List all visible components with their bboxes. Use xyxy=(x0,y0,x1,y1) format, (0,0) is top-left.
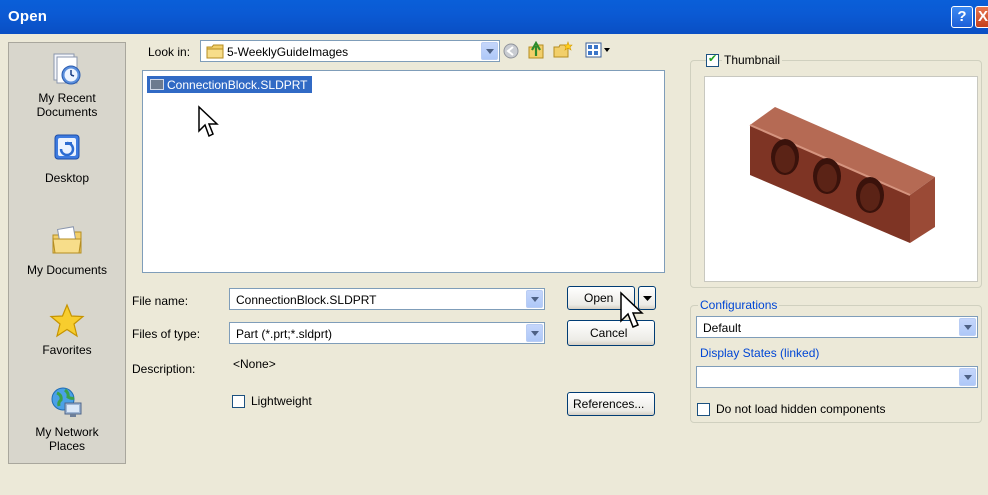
place-my-documents[interactable]: My Documents xyxy=(9,223,125,277)
place-my-recent-documents[interactable]: My Recent Documents xyxy=(9,51,125,119)
help-button[interactable]: ? xyxy=(951,6,973,28)
display-states-label: Display States (linked) xyxy=(698,346,822,360)
place-label-line: My Network xyxy=(35,425,99,439)
chevron-down-icon xyxy=(643,296,652,301)
places-bar: My Recent Documents Desktop My Documents… xyxy=(8,42,126,464)
recent-documents-icon xyxy=(53,53,81,85)
filetype-label: Files of type: xyxy=(132,327,201,341)
filename-label: File name: xyxy=(132,294,189,308)
place-label-line: Places xyxy=(48,439,86,453)
open-button-label: Open xyxy=(584,291,614,305)
place-my-network-places[interactable]: My Network Places xyxy=(9,385,125,453)
place-label-line: My Recent xyxy=(38,91,96,105)
title-bar: Open ? X xyxy=(0,0,988,34)
configurations-value: Default xyxy=(703,321,742,335)
window-title: Open xyxy=(8,8,48,25)
lookin-label: Look in: xyxy=(148,45,191,59)
mouse-cursor-icon xyxy=(198,105,219,138)
thumbnail-label: Thumbnail xyxy=(722,53,783,67)
favorites-star-icon xyxy=(49,303,85,338)
place-label-line: Documents xyxy=(36,105,98,119)
back-icon[interactable] xyxy=(503,43,519,59)
hidden-components-checkbox[interactable] xyxy=(697,403,710,416)
lightweight-label: Lightweight xyxy=(251,394,312,408)
close-button[interactable]: X xyxy=(975,6,988,28)
mouse-cursor-icon xyxy=(620,291,644,328)
chevron-down-icon[interactable] xyxy=(959,318,976,336)
new-folder-icon[interactable] xyxy=(553,41,573,59)
place-desktop[interactable]: Desktop xyxy=(9,131,125,185)
hidden-components-label: Do not load hidden components xyxy=(716,402,886,416)
description-label: Description: xyxy=(132,362,196,376)
chevron-down-icon[interactable] xyxy=(526,324,543,342)
view-menu-icon[interactable] xyxy=(585,42,611,58)
help-icon: ? xyxy=(957,8,967,25)
filetype-select[interactable]: Part (*.prt;*.sldprt) xyxy=(229,322,545,344)
filename-input[interactable]: ConnectionBlock.SLDPRT xyxy=(229,288,545,310)
lightweight-checkbox[interactable] xyxy=(232,395,245,408)
desktop-icon xyxy=(54,134,80,160)
configurations-select[interactable]: Default xyxy=(696,316,978,338)
configurations-label: Configurations xyxy=(698,298,780,312)
lookin-combo[interactable]: 5-WeeklyGuideImages xyxy=(200,40,500,62)
chevron-down-icon[interactable] xyxy=(526,290,543,308)
file-list-item[interactable]: ConnectionBlock.SLDPRT xyxy=(147,76,312,93)
references-button[interactable]: References... xyxy=(567,392,655,416)
place-label-line: My Documents xyxy=(26,263,108,277)
thumbnail-checkbox[interactable] xyxy=(706,52,719,67)
place-favorites[interactable]: Favorites xyxy=(9,303,125,357)
my-documents-icon xyxy=(52,226,82,254)
filename-value: ConnectionBlock.SLDPRT xyxy=(236,293,377,307)
file-name: ConnectionBlock.SLDPRT xyxy=(167,78,308,92)
up-folder-icon[interactable] xyxy=(527,41,545,60)
chevron-down-icon[interactable] xyxy=(959,368,976,386)
description-value: <None> xyxy=(233,357,276,371)
place-label-line: Desktop xyxy=(44,171,90,185)
sldprt-file-icon xyxy=(150,79,164,90)
display-states-select[interactable] xyxy=(696,366,978,388)
thumbnail-preview xyxy=(704,76,978,282)
references-button-label: References... xyxy=(573,397,645,411)
place-label-line: Favorites xyxy=(42,343,92,357)
folder-icon xyxy=(206,44,224,59)
file-list[interactable]: ConnectionBlock.SLDPRT xyxy=(142,70,665,273)
network-globe-icon xyxy=(51,387,82,417)
close-icon: X xyxy=(977,8,988,25)
chevron-down-icon[interactable] xyxy=(481,42,498,60)
part-preview-image xyxy=(749,107,935,243)
lookin-value: 5-WeeklyGuideImages xyxy=(227,45,349,59)
filetype-value: Part (*.prt;*.sldprt) xyxy=(236,327,333,341)
